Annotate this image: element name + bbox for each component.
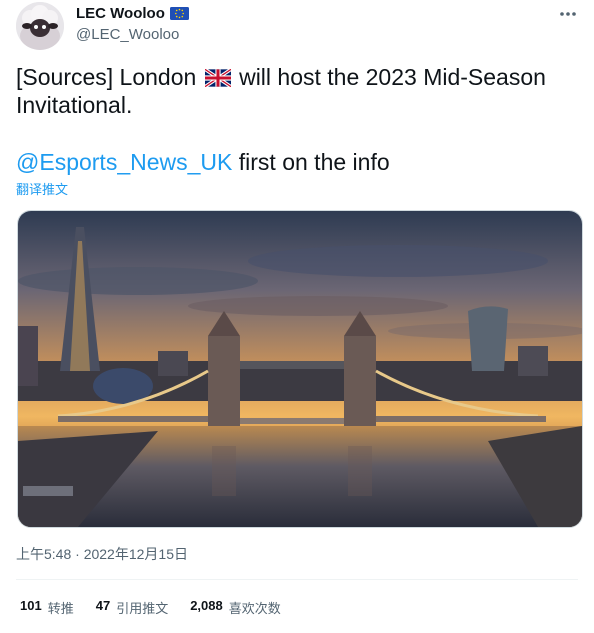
- tweet-text-line: @Esports_News_UK first on the info: [16, 148, 390, 176]
- tower-bridge-photo: [18, 211, 582, 527]
- retweets-stat[interactable]: 101 转推: [20, 598, 74, 617]
- likes-count: 2,088: [190, 598, 223, 613]
- mention-link[interactable]: @Esports_News_UK: [16, 149, 232, 175]
- name-row: LEC Wooloo: [76, 5, 189, 22]
- likes-label: 喜欢次数: [228, 601, 281, 616]
- user-handle[interactable]: @LEC_Wooloo: [76, 26, 179, 43]
- quote-tweets-label: 引用推文: [116, 601, 169, 616]
- quote-tweets-count: 47: [95, 598, 111, 613]
- engagement-stats: 101 转推 47 引用推文 2,088 喜欢次数: [20, 598, 281, 617]
- tweet-text: [Sources] London will host the 2023 Mid-…: [16, 63, 576, 119]
- sheep-avatar-icon: [16, 2, 64, 50]
- avatar[interactable]: [16, 2, 64, 50]
- retweets-label: 转推: [47, 601, 74, 616]
- tweet-text-part1: [Sources] London: [16, 64, 203, 90]
- tweet-card: LEC Wooloo @LEC_Wooloo [Sources] London: [0, 0, 594, 633]
- uk-flag-icon: [203, 65, 232, 89]
- likes-stat[interactable]: 2,088 喜欢次数: [190, 598, 281, 617]
- tweet-timestamp[interactable]: 上午5:48 · 2022年12月15日: [16, 544, 188, 564]
- display-name[interactable]: LEC Wooloo: [76, 5, 165, 22]
- tweet-text-part3: first on the info: [232, 149, 390, 175]
- translate-tweet-link[interactable]: 翻译推文: [16, 179, 68, 198]
- divider: [16, 579, 578, 580]
- more-options-icon[interactable]: [556, 2, 580, 26]
- eu-flag-icon: [169, 7, 189, 20]
- quote-tweets-stat[interactable]: 47 引用推文: [96, 598, 168, 617]
- retweets-count: 101: [20, 598, 42, 613]
- tweet-image[interactable]: [17, 210, 583, 528]
